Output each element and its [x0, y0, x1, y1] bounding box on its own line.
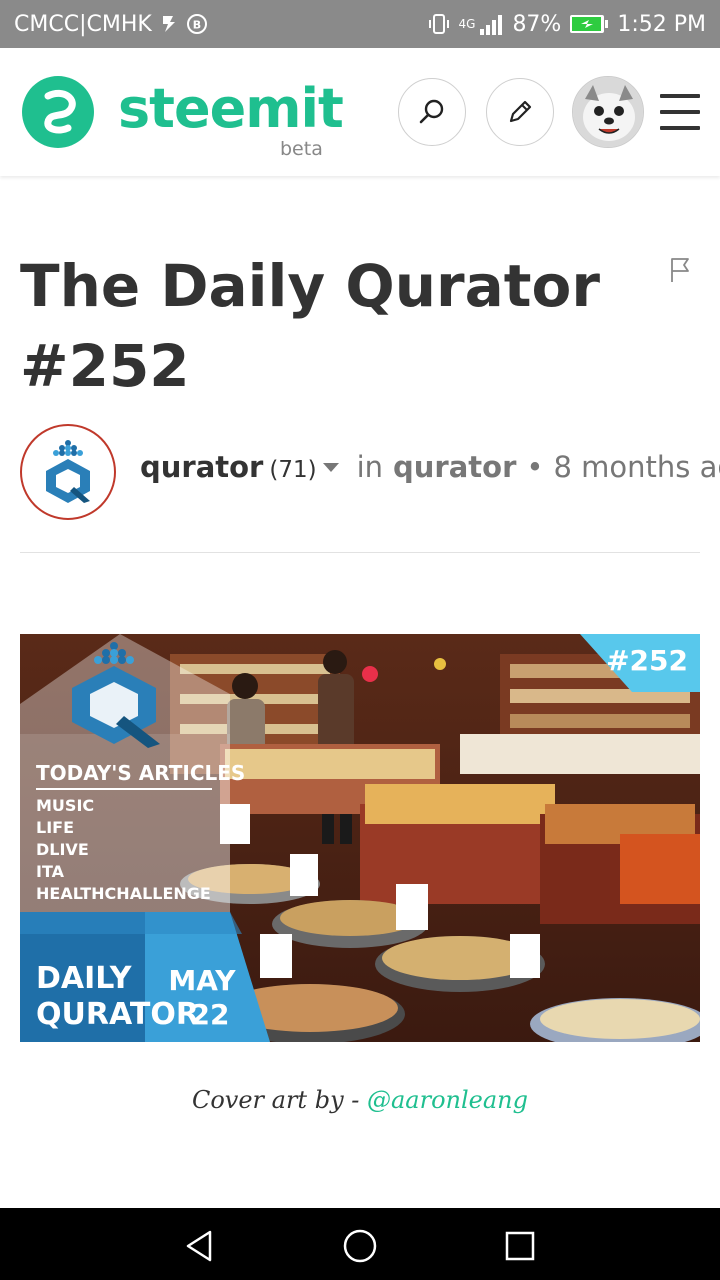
cover-article-5: HEALTHCHALLENGE — [36, 884, 211, 903]
caption-prefix: Cover art by - — [191, 1086, 360, 1114]
cover-brand-line2: QURATOR — [36, 997, 199, 1032]
system-nav-bar — [0, 1208, 720, 1280]
category-link[interactable]: qurator — [393, 450, 516, 484]
chevron-down-icon[interactable] — [322, 463, 339, 472]
home-icon[interactable] — [340, 1226, 380, 1266]
status-bar: CMCC|CMHK B 4G 87% 1:52 PM — [0, 0, 720, 48]
cover-article-2: LIFE — [36, 818, 74, 837]
post-title-line2: #252 — [20, 332, 190, 400]
cover-article-1: MUSIC — [36, 796, 94, 815]
cover-day: 22 — [191, 998, 230, 1031]
steemit-logo-icon[interactable] — [20, 74, 96, 150]
author-name[interactable]: qurator — [140, 450, 263, 484]
carrier-label: CMCC|CMHK — [14, 11, 152, 37]
svg-text:B: B — [193, 19, 201, 32]
menu-icon[interactable] — [660, 94, 700, 130]
brand-beta: beta — [280, 138, 323, 160]
post-time: 8 months ago — [553, 450, 720, 484]
post-title-line1: The Daily Qurator — [20, 252, 600, 320]
author-avatar[interactable] — [20, 424, 116, 520]
search-button[interactable] — [398, 78, 466, 146]
back-icon[interactable] — [180, 1226, 220, 1266]
cover-article-3: DLIVE — [36, 840, 89, 859]
in-label: in — [356, 450, 384, 484]
caption-author-link[interactable]: @aaronleang — [367, 1086, 528, 1114]
flag-icon[interactable] — [668, 256, 694, 288]
battery-icon — [569, 13, 609, 35]
meta-separator: • — [526, 450, 544, 484]
cover-badge: #252 — [606, 644, 688, 677]
network-type: 4G — [458, 17, 476, 31]
b-circle-icon: B — [186, 13, 208, 35]
search-icon — [417, 97, 447, 127]
cover-article-4: ITA — [36, 862, 65, 881]
divider — [20, 552, 700, 553]
user-avatar[interactable] — [572, 76, 644, 148]
pencil-icon — [505, 97, 535, 127]
recents-icon[interactable] — [500, 1226, 540, 1266]
battery-percent: 87% — [512, 11, 562, 37]
clock: 1:52 PM — [617, 11, 706, 37]
nfc-icon — [160, 14, 178, 34]
brand-name[interactable]: steemit — [118, 82, 344, 136]
vibrate-icon — [427, 12, 451, 36]
cover-caption: Cover art by - @aaronleang — [0, 1086, 720, 1114]
cover-heading: TODAY'S ARTICLES — [36, 761, 245, 785]
post-title: The Daily Qurator #252 — [20, 246, 640, 406]
author-reputation: (71) — [269, 457, 317, 483]
signal-icon: 4G — [459, 13, 505, 35]
cover-brand-line1: DAILY — [36, 961, 133, 996]
post-meta: qurator (71) in qurator • 8 months ago — [140, 450, 720, 484]
app-header: steemit beta — [0, 48, 720, 176]
cover-month: MAY — [168, 964, 236, 997]
qurator-logo-icon — [46, 440, 90, 503]
write-post-button[interactable] — [486, 78, 554, 146]
cover-image[interactable]: #252 TODAY'S ARTICLES MUSIC LIFE DLIVE I… — [20, 634, 700, 1042]
